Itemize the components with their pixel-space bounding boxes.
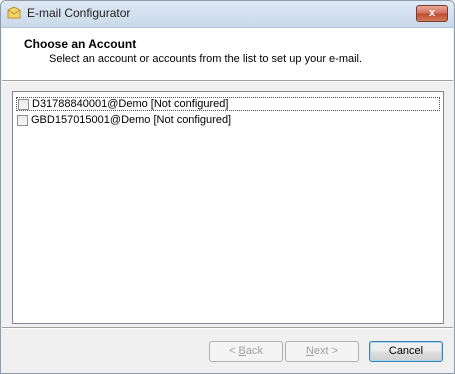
- list-item[interactable]: D31788840001@Demo [Not configured]: [16, 97, 440, 111]
- window-title: E-mail Configurator: [27, 6, 131, 20]
- account-checkbox[interactable]: [18, 98, 29, 110]
- cancel-label: Cancel: [388, 345, 424, 357]
- footer-divider: [2, 327, 453, 329]
- title-bar[interactable]: E-mail Configurator x: [1, 1, 454, 28]
- page-title: Choose an Account: [24, 37, 137, 51]
- account-label: D31788840001@Demo [Not configured]: [32, 98, 229, 110]
- account-checkbox[interactable]: [17, 114, 28, 126]
- email-configurator-window: E-mail Configurator x Choose an Account …: [0, 0, 455, 374]
- close-icon: x: [428, 7, 436, 19]
- account-label: GBD157015001@Demo [Not configured]: [31, 114, 232, 126]
- next-suffix: >: [328, 345, 339, 357]
- list-item[interactable]: GBD157015001@Demo [Not configured]: [16, 113, 440, 127]
- close-button[interactable]: x: [416, 5, 448, 22]
- email-envelope-icon: [7, 6, 21, 19]
- cancel-button[interactable]: Cancel: [369, 341, 443, 362]
- page-subtitle: Select an account or accounts from the l…: [49, 53, 363, 65]
- back-prefix: <: [229, 345, 239, 357]
- next-mnemonic: N: [305, 345, 314, 357]
- account-checklist[interactable]: D31788840001@Demo [Not configured] GBD15…: [12, 91, 444, 324]
- wizard-header: Choose an Account Select an account or a…: [2, 28, 453, 80]
- header-divider: [2, 80, 453, 82]
- back-mnemonic: B: [238, 345, 246, 357]
- next-button[interactable]: Next >: [285, 341, 359, 362]
- back-label-rest: ack: [245, 345, 263, 357]
- next-label-rest: ext: [313, 345, 329, 357]
- back-button[interactable]: < Back: [209, 341, 283, 362]
